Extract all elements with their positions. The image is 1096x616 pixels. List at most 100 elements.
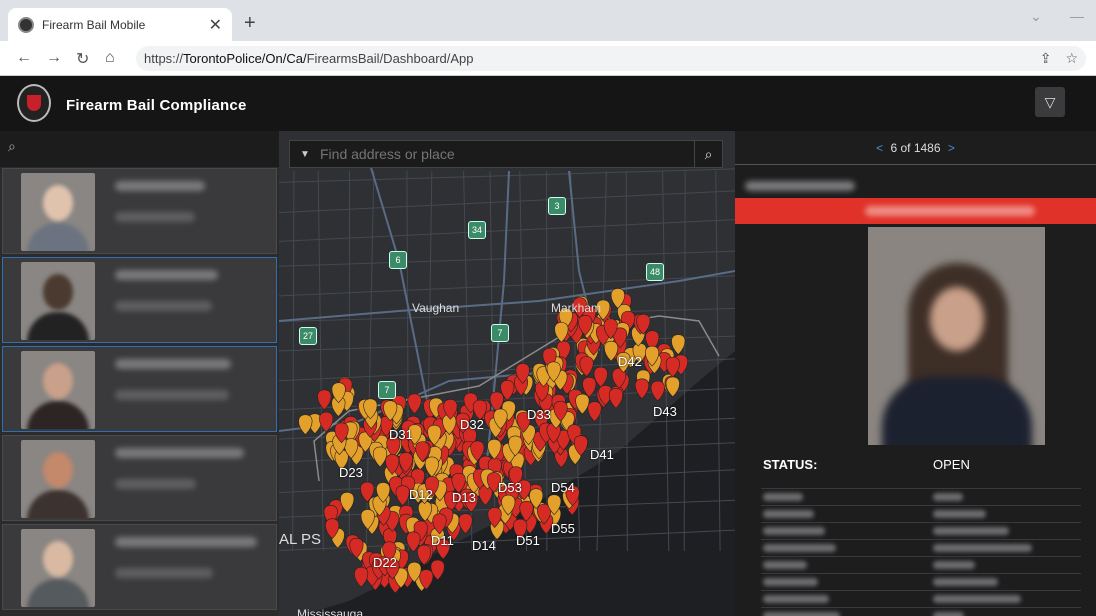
detail-field-label-redacted — [763, 595, 829, 603]
place-label: Markham — [551, 301, 602, 315]
detail-field-label-redacted — [763, 493, 803, 501]
division-label: D31 — [389, 427, 413, 442]
forward-icon[interactable]: → — [46, 49, 62, 67]
app-header: Firearm Bail Compliance ▽ — [0, 76, 1096, 131]
item-subtitle-redacted — [115, 568, 213, 578]
item-subtitle-redacted — [115, 212, 195, 222]
address-search-input[interactable] — [320, 146, 694, 162]
detail-divider — [761, 539, 1081, 540]
search-icon[interactable]: ⌕ — [694, 141, 722, 167]
list-item[interactable] — [2, 168, 277, 254]
detail-field-value-redacted — [933, 510, 986, 518]
map-canvas[interactable] — [279, 131, 735, 616]
division-label: D33 — [527, 407, 551, 422]
search-icon[interactable]: ⌕ — [8, 138, 16, 155]
division-label: D22 — [373, 555, 397, 570]
photo-face — [930, 287, 984, 351]
incident-marker — [634, 378, 650, 400]
detail-divider — [761, 573, 1081, 574]
division-label: D51 — [516, 533, 540, 548]
incident-marker — [298, 414, 313, 436]
item-subtitle-redacted — [115, 390, 229, 400]
incident-marker — [671, 334, 686, 355]
map-road — [317, 170, 324, 552]
avatar — [21, 440, 95, 518]
list-item[interactable] — [2, 435, 277, 521]
avatar-face — [43, 185, 73, 221]
map-road — [279, 275, 735, 297]
alert-banner — [735, 198, 1096, 224]
division-label: D12 — [409, 487, 433, 502]
avatar-body — [27, 312, 89, 340]
highway-shield: 3 — [548, 197, 566, 215]
division-label: D13 — [452, 490, 476, 505]
avatar-body — [27, 223, 89, 251]
place-label: Vaughan — [412, 301, 460, 315]
incident-marker — [608, 388, 624, 409]
map-road — [279, 168, 735, 183]
highway-shield: 7 — [491, 324, 509, 342]
map-view[interactable]: ▼ ⌕ Vaughan Markham AL PS Mississauga 3 34 6 48… — [279, 131, 735, 616]
list-item[interactable] — [2, 257, 277, 343]
detail-field-label-redacted — [763, 527, 825, 535]
share-icon[interactable]: ⇪ — [1040, 50, 1052, 67]
detail-divider — [761, 522, 1081, 523]
browser-tab-strip: Firearm Bail Mobile ✕ + ⌄ — — [0, 0, 1096, 41]
avatar-face — [43, 363, 73, 399]
detail-field-label-redacted — [763, 578, 818, 586]
item-name-redacted — [115, 537, 257, 547]
subject-name-redacted — [745, 181, 855, 191]
incident-marker — [395, 485, 410, 507]
detail-field-value-redacted — [933, 493, 963, 501]
detail-field-value-redacted — [933, 612, 964, 616]
url-text: https://TorontoPolice/On/Ca/FirearmsBail… — [144, 51, 474, 66]
photo-body — [882, 377, 1032, 445]
division-label: D55 — [551, 521, 575, 536]
minimize-icon[interactable]: — — [1070, 8, 1084, 24]
previous-record-button[interactable]: < — [876, 141, 883, 155]
list-search[interactable]: ⌕ — [0, 131, 279, 167]
caret-down-icon[interactable]: ▼ — [290, 149, 320, 160]
detail-field-value-redacted — [933, 561, 975, 569]
next-record-button[interactable]: > — [948, 141, 955, 155]
list-item[interactable] — [2, 346, 277, 432]
incident-marker — [665, 376, 680, 398]
subject-list: ⌕ — [0, 131, 279, 616]
division-label: D43 — [653, 404, 677, 419]
avatar-face — [43, 452, 73, 488]
pager: < 6 of 1486 > — [735, 131, 1096, 165]
detail-field-value-redacted — [933, 578, 998, 586]
division-label: D23 — [339, 465, 363, 480]
avatar — [21, 173, 95, 251]
detail-field-label-redacted — [763, 612, 840, 616]
detail-divider — [761, 488, 1081, 489]
star-icon[interactable]: ☆ — [1065, 50, 1078, 67]
division-label: D11 — [431, 533, 454, 548]
reload-icon[interactable]: ↻ — [76, 49, 89, 69]
highway-shield: 48 — [646, 263, 664, 281]
detail-field-value-redacted — [933, 544, 1032, 552]
home-icon[interactable]: ⌂ — [105, 49, 115, 67]
place-label: AL PS — [279, 531, 321, 548]
back-icon[interactable]: ← — [16, 49, 32, 67]
item-subtitle-redacted — [115, 301, 212, 311]
close-tab-icon[interactable]: ✕ — [209, 15, 222, 35]
list-item[interactable] — [2, 524, 277, 610]
avatar-body — [27, 401, 89, 429]
detail-divider — [761, 590, 1081, 591]
highway-shield: 6 — [389, 251, 407, 269]
browser-tab[interactable]: Firearm Bail Mobile ✕ — [8, 8, 232, 41]
new-tab-button[interactable]: + — [244, 12, 256, 35]
filter-button[interactable]: ▽ — [1035, 87, 1065, 117]
detail-panel: < 6 of 1486 > STATUS: OPEN — [735, 131, 1096, 616]
chevron-down-icon[interactable]: ⌄ — [1030, 8, 1042, 25]
division-label: D32 — [460, 417, 484, 432]
banner-text-redacted — [865, 206, 1035, 216]
tab-title: Firearm Bail Mobile — [42, 17, 146, 32]
highway-shield: 34 — [468, 221, 486, 239]
map-road — [279, 250, 735, 267]
incident-marker — [373, 446, 388, 468]
detail-field-value-redacted — [933, 527, 1009, 535]
address-bar[interactable]: https://TorontoPolice/On/Ca/FirearmsBail… — [136, 46, 1086, 71]
item-name-redacted — [115, 270, 218, 280]
